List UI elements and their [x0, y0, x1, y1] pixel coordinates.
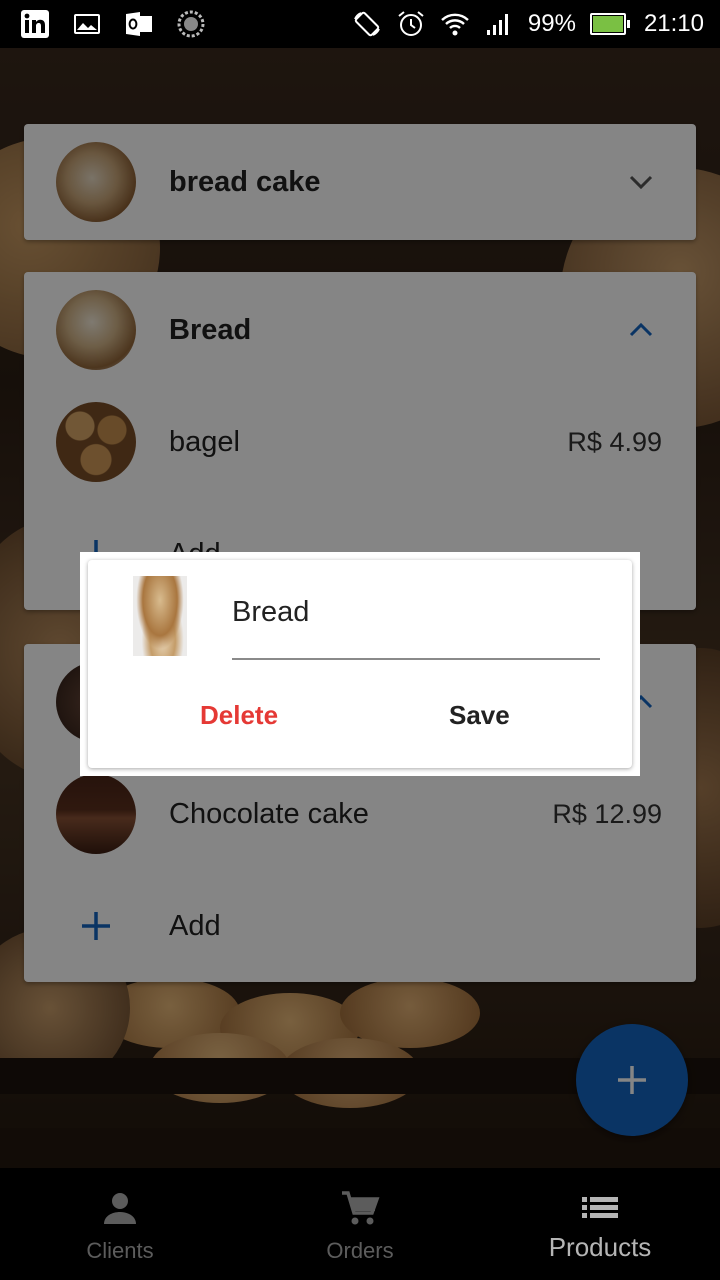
- battery-percent: 99%: [527, 10, 576, 37]
- edit-category-dialog: Delete Save: [80, 552, 640, 776]
- nav-clients[interactable]: Clients: [0, 1168, 240, 1280]
- cart-icon: [342, 1191, 380, 1225]
- signal-icon: [484, 9, 514, 39]
- nav-label: Clients: [86, 1238, 154, 1263]
- save-button[interactable]: Save: [449, 700, 510, 731]
- linkedin-icon: [20, 9, 50, 39]
- person-icon: [104, 1193, 136, 1224]
- wifi-icon: [440, 9, 470, 39]
- rotate-icon: [352, 9, 382, 39]
- nav-label: Orders: [326, 1238, 394, 1263]
- category-image[interactable]: [133, 576, 187, 656]
- category-name-input[interactable]: [232, 596, 600, 629]
- alarm-icon: [396, 9, 426, 39]
- sync-icon: [176, 9, 206, 39]
- input-underline: [232, 658, 600, 660]
- nav-products[interactable]: Products: [480, 1168, 720, 1280]
- nav-orders[interactable]: Orders: [240, 1168, 480, 1280]
- list-icon: [582, 1197, 618, 1218]
- image-icon: [72, 9, 102, 39]
- battery-icon: [589, 13, 630, 35]
- status-bar: 99% 21:10: [0, 0, 720, 48]
- dialog-card: Delete Save: [88, 560, 632, 768]
- delete-button[interactable]: Delete: [200, 700, 278, 731]
- bottom-navigation: Clients Orders Products: [0, 1168, 720, 1280]
- clock: 21:10: [643, 10, 704, 37]
- outlook-icon: [124, 9, 154, 39]
- nav-label: Products: [548, 1232, 652, 1262]
